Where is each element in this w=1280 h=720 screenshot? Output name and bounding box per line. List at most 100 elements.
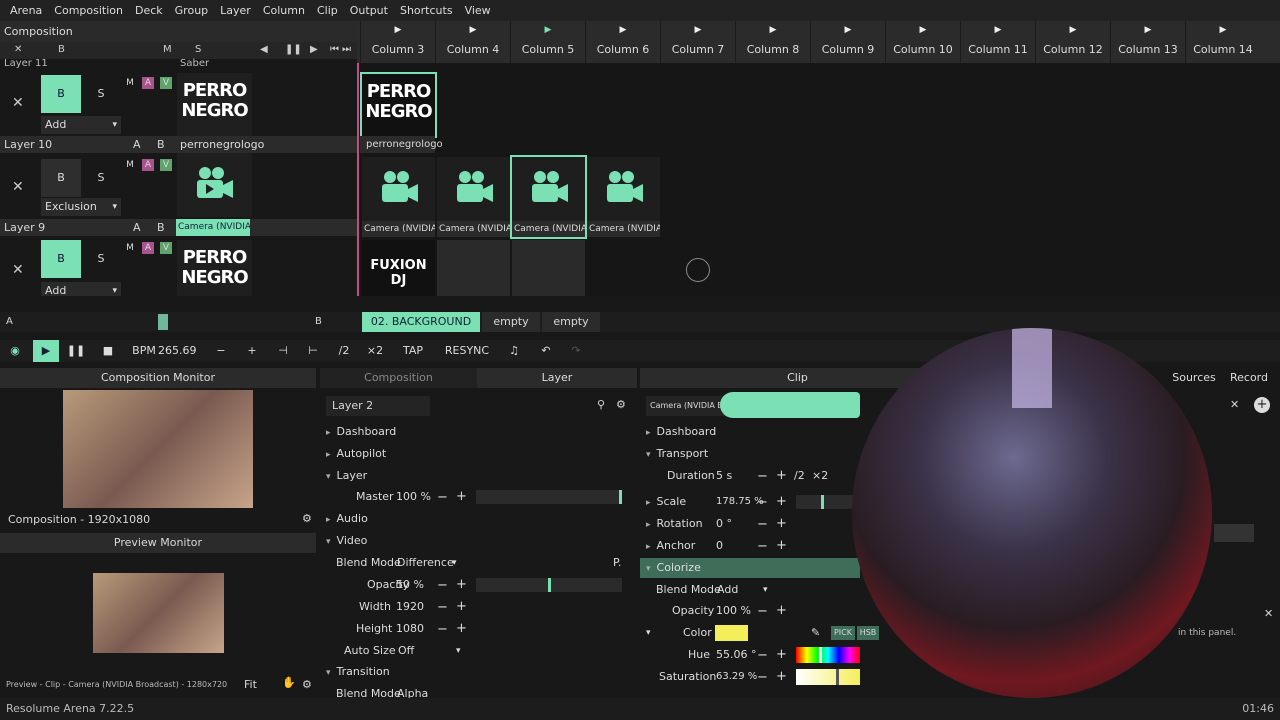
close-icon[interactable]: ✕ xyxy=(1230,398,1239,411)
clear-layer-button[interactable]: ✕ xyxy=(12,262,24,278)
play-icon[interactable]: ▶ xyxy=(736,25,810,37)
pick-button[interactable]: PICK xyxy=(831,626,855,640)
clip-perronegro[interactable]: PERRO NEGRO xyxy=(360,72,437,138)
a-label[interactable]: A xyxy=(133,219,141,236)
rotation-value[interactable]: 0 ° xyxy=(716,514,732,534)
half-bpm-button[interactable]: /2 xyxy=(333,340,355,362)
bpm-value[interactable]: 265.69 xyxy=(158,340,197,362)
autosize-select[interactable]: Off xyxy=(398,641,414,661)
column-6-header[interactable]: ▶ Column 6 xyxy=(585,21,660,63)
p-button[interactable]: P. xyxy=(613,553,621,573)
skip-end-icon[interactable]: ⏭ xyxy=(342,44,351,55)
saturation-plus[interactable]: + xyxy=(776,669,787,684)
layer-name-field[interactable]: Layer 2 xyxy=(326,396,430,416)
crossfader-handle[interactable] xyxy=(158,314,168,330)
column-7-header[interactable]: ▶ Column 7 xyxy=(660,21,735,63)
layer-blend-select[interactable]: Add xyxy=(41,116,121,134)
menu-deck[interactable]: Deck xyxy=(129,4,169,17)
layer-section-transition[interactable]: Transition xyxy=(326,662,390,682)
b-label[interactable]: B xyxy=(157,219,165,236)
opacity-slider-handle[interactable] xyxy=(548,578,551,592)
color-swatch[interactable] xyxy=(715,625,748,641)
anchor-value[interactable]: 0 xyxy=(716,536,723,556)
half-duration-button[interactable]: /2 xyxy=(794,466,805,486)
rotation-minus[interactable]: − xyxy=(757,517,768,532)
play-icon[interactable]: ▶ xyxy=(436,25,510,37)
scale-minus[interactable]: − xyxy=(757,495,768,510)
clip-section-colorize[interactable]: Colorize xyxy=(646,558,701,578)
duration-plus[interactable]: + xyxy=(776,468,787,483)
bypass-all-button[interactable]: B xyxy=(58,44,65,55)
layer-section-layer[interactable]: Layer xyxy=(326,466,368,486)
clip-camera-2[interactable]: Camera (NVIDIA B... xyxy=(437,157,510,237)
clear-layer-button[interactable]: ✕ xyxy=(12,179,24,195)
audio-toggle[interactable]: A xyxy=(142,159,154,171)
column-5-header[interactable]: ▶ Column 5 xyxy=(510,21,585,63)
saturation-value[interactable]: 63.29 % xyxy=(716,667,757,687)
eyedropper-icon[interactable]: ✎ xyxy=(811,623,820,643)
close-icon[interactable]: ✕ xyxy=(1264,607,1273,620)
tap-button[interactable]: TAP xyxy=(398,340,428,362)
audio-toggle[interactable]: A xyxy=(142,242,154,254)
play-icon[interactable]: ▶ xyxy=(961,25,1035,37)
video-toggle[interactable]: V xyxy=(160,77,172,89)
layer-blend-select[interactable]: Exclusion xyxy=(41,198,121,216)
layer-section-autopilot[interactable]: Autopilot xyxy=(326,444,387,464)
column-10-header[interactable]: ▶ Column 10 xyxy=(885,21,960,63)
layer-section-dashboard[interactable]: Dashboard xyxy=(326,422,397,442)
menu-layer[interactable]: Layer xyxy=(214,4,257,17)
master-slider[interactable] xyxy=(476,490,622,504)
clip-camera-4[interactable]: Camera (NVIDIA B... xyxy=(587,157,660,237)
menu-output[interactable]: Output xyxy=(344,4,394,17)
b-label[interactable]: B xyxy=(157,136,165,153)
pause-icon[interactable]: ❚❚ xyxy=(285,44,302,55)
layer-blend-select[interactable]: Add xyxy=(41,282,121,296)
menu-column[interactable]: Column xyxy=(257,4,311,17)
duration-minus[interactable]: − xyxy=(757,469,768,484)
clear-layer-button[interactable]: ✕ xyxy=(12,95,24,111)
saturation-slider[interactable] xyxy=(796,669,860,685)
clip-section-transport[interactable]: Transport xyxy=(646,444,709,464)
add-icon[interactable]: + xyxy=(1254,397,1270,413)
rotation-plus[interactable]: + xyxy=(776,516,787,531)
nudge-fwd-button[interactable]: ⊢ xyxy=(304,340,322,362)
tab-composition[interactable]: Composition xyxy=(320,368,477,388)
bpm-minus-button[interactable]: − xyxy=(212,340,230,362)
video-toggle[interactable]: V xyxy=(160,159,172,171)
saturation-minus[interactable]: − xyxy=(757,670,768,685)
play-button[interactable]: ▶ xyxy=(33,340,59,362)
undo-icon[interactable]: ↶ xyxy=(536,340,556,362)
saturation-slider-handle[interactable] xyxy=(836,669,839,685)
bypass-button[interactable]: B xyxy=(41,240,81,278)
column-13-header[interactable]: ▶ Column 13 xyxy=(1110,21,1185,63)
master-minus[interactable]: − xyxy=(437,490,448,505)
deck-empty-1[interactable]: empty xyxy=(482,312,540,332)
resync-button[interactable]: RESYNC xyxy=(444,340,490,362)
menu-shortcuts[interactable]: Shortcuts xyxy=(394,4,459,17)
column-12-header[interactable]: ▶ Column 12 xyxy=(1035,21,1110,63)
gear-icon[interactable]: ⚙ xyxy=(616,398,626,411)
clear-all-button[interactable]: ✕ xyxy=(14,44,22,55)
hue-slider-handle[interactable] xyxy=(819,647,822,663)
tab-sources[interactable]: Sources xyxy=(1172,368,1216,388)
scale-slider[interactable] xyxy=(796,495,856,509)
a-label[interactable]: A xyxy=(133,136,141,153)
bypass-button[interactable]: B xyxy=(41,75,81,113)
gear-icon[interactable]: ⚙ xyxy=(302,512,312,525)
chevron-down-icon[interactable]: ▾ xyxy=(452,553,457,573)
solo-button[interactable]: S xyxy=(90,75,112,113)
prev-icon[interactable]: ◀ xyxy=(260,44,268,55)
solo-button[interactable]: S xyxy=(90,240,112,278)
layer-section-audio[interactable]: Audio xyxy=(326,509,368,529)
menu-arena[interactable]: Arena xyxy=(4,4,48,17)
master-value[interactable]: 100 % xyxy=(396,487,431,507)
opacity-value[interactable]: 50 % xyxy=(396,575,424,595)
chevron-down-icon[interactable]: ▾ xyxy=(456,641,461,661)
composition-label[interactable]: Composition xyxy=(4,25,73,38)
clip-logo-circle[interactable] xyxy=(686,258,710,282)
play-icon[interactable]: ▶ xyxy=(886,25,960,37)
master-plus[interactable]: + xyxy=(456,489,467,504)
play-icon[interactable]: ▶ xyxy=(586,25,660,37)
colorize-opacity-plus[interactable]: + xyxy=(776,603,787,618)
opacity-slider[interactable] xyxy=(476,578,622,592)
